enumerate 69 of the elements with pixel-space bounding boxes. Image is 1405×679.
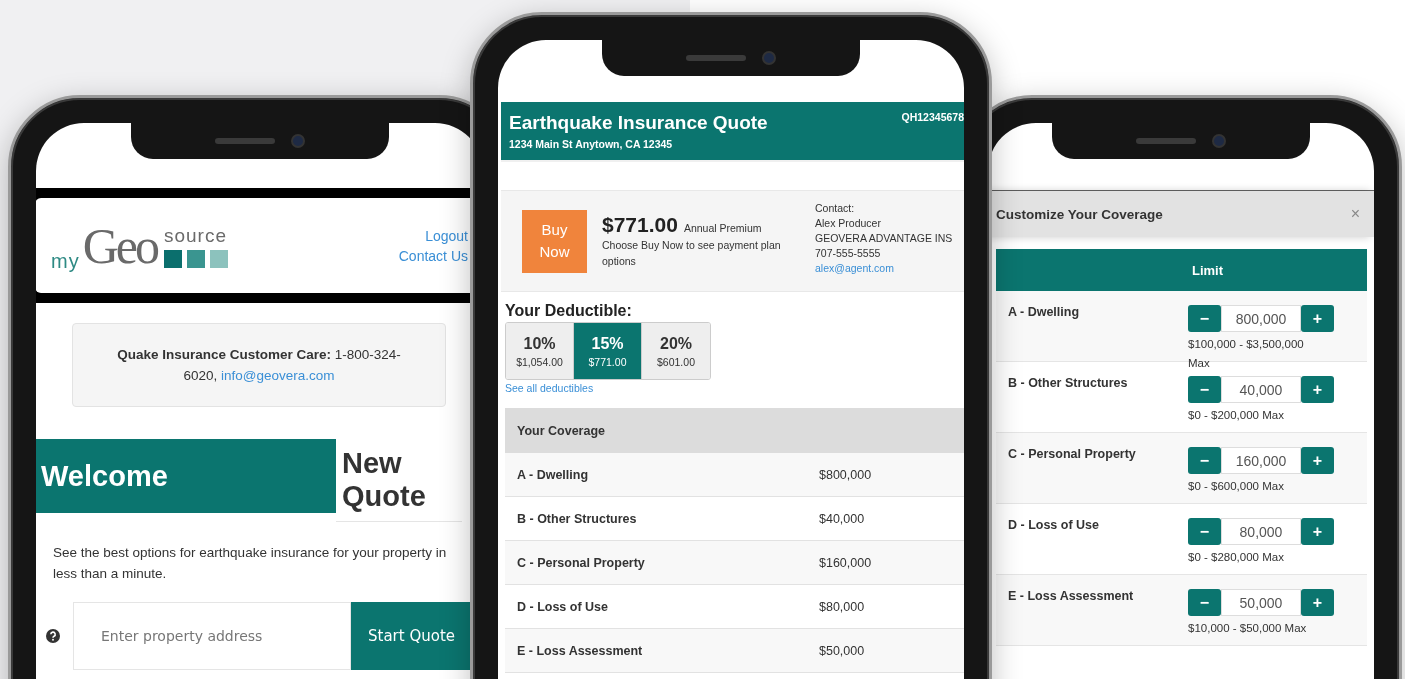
modal-title: Customize Your Coverage — [996, 206, 1163, 222]
contact-email-link[interactable]: alex@agent.com — [815, 260, 953, 276]
table-cell: $160,000 — [819, 555, 872, 570]
limit-range-text: $100,000 - $3,500,000 Max — [1188, 337, 1305, 371]
address-input[interactable]: Enter property address — [73, 602, 351, 670]
decrement-button[interactable]: − — [1188, 518, 1221, 545]
coverage-name: A - Dwelling — [1007, 305, 1081, 321]
contact-label: Contact: — [815, 200, 856, 216]
decrement-button[interactable]: − — [1188, 589, 1221, 616]
header-link[interactable]: Contact Us — [398, 247, 468, 264]
quote-number: QH12345678 — [901, 111, 964, 125]
table-cell-text: D - Loss of Use — [516, 599, 609, 614]
decrement-button[interactable]: − — [1188, 376, 1221, 403]
increment-button[interactable]: + — [1301, 305, 1334, 332]
limit-input[interactable]: 40,000 — [1221, 376, 1301, 403]
welcome-banner: Welcome — [36, 439, 336, 513]
deductibles-link[interactable]: See all deductibles — [505, 382, 964, 394]
help-icon[interactable] — [46, 629, 60, 643]
contact-name: Alex Producer — [815, 215, 882, 231]
logo-text: Geo — [82, 219, 157, 272]
limit-input[interactable]: 80,000 — [1221, 518, 1301, 545]
limit-input[interactable]: 160,000 — [1221, 447, 1301, 474]
limit-range-text: $0 - $200,000 Max — [1188, 408, 1285, 423]
logo-text: my — [51, 249, 80, 272]
coverage-name: D - Loss of Use — [1007, 518, 1100, 534]
table-cell-text: E - Loss Assessment — [516, 643, 644, 658]
start-quote-button[interactable]: Start Quote — [351, 602, 472, 670]
increment-button[interactable]: + — [1301, 447, 1334, 474]
column-header: Limit — [996, 249, 1367, 291]
logo-squares-icon — [164, 249, 228, 268]
table-cell: $80,000 — [819, 599, 865, 614]
deductible-option[interactable]: 15% $771.00 — [574, 323, 642, 379]
table-cell-text: B - Other Structures — [516, 511, 638, 526]
intro-text: See the best options for earthquake insurance for your property in less than a minute. — [53, 544, 448, 583]
table-cell-text: A - Dwelling — [516, 467, 590, 482]
customer-care-text: Quake Insurance Customer Care: 1-800-324-6020, info@geovera.com — [72, 323, 446, 407]
table-header: Your Coverage — [505, 408, 964, 453]
contact-agency: GEOVERA ADVANTAGE INS — [815, 230, 953, 246]
deductible-heading: Your Deductible: — [505, 302, 633, 320]
deductible-option[interactable]: 20% $601.00 — [642, 323, 710, 379]
deductible-option[interactable]: 10% $1,054.00 — [506, 323, 574, 379]
increment-button[interactable]: + — [1301, 376, 1334, 403]
increment-button[interactable]: + — [1301, 589, 1334, 616]
coverage-name: B - Other Structures — [1007, 376, 1129, 392]
premium-amount: $771.00 — [602, 213, 678, 237]
limit-input[interactable]: 800,000 — [1221, 305, 1301, 332]
decrement-button[interactable]: − — [1188, 305, 1221, 332]
decrement-button[interactable]: − — [1188, 447, 1221, 474]
limit-range-text: $0 - $600,000 Max — [1188, 479, 1285, 494]
limit-range-text: $0 - $280,000 Max — [1188, 550, 1285, 565]
table-cell: $50,000 — [819, 643, 865, 658]
logo-text: source — [164, 224, 227, 247]
contact-phone: 707-555-5555 — [815, 245, 882, 261]
table-cell: $40,000 — [819, 511, 865, 526]
limit-range-text: $10,000 - $50,000 Max — [1188, 621, 1308, 636]
increment-button[interactable]: + — [1301, 518, 1334, 545]
quote-title: Earthquake Insurance Quote — [509, 112, 768, 134]
property-address: 1234 Main St Anytown, CA 12345 — [509, 138, 674, 150]
premium-period: Annual Premium — [683, 222, 762, 234]
limit-input[interactable]: 50,000 — [1221, 589, 1301, 616]
table-cell: $800,000 — [819, 467, 872, 482]
payment-note: Choose Buy Now to see payment plan options — [602, 238, 782, 269]
coverage-name: C - Personal Property — [1007, 447, 1137, 463]
close-button[interactable]: × — [1350, 205, 1360, 223]
header-link[interactable]: Logout — [425, 227, 468, 244]
email-link[interactable]: info@geovera.com — [221, 368, 335, 383]
page-heading: New Quote — [336, 439, 462, 522]
table-cell-text: C - Personal Property — [516, 555, 646, 570]
coverage-name: E - Loss Assessment — [1007, 589, 1135, 605]
